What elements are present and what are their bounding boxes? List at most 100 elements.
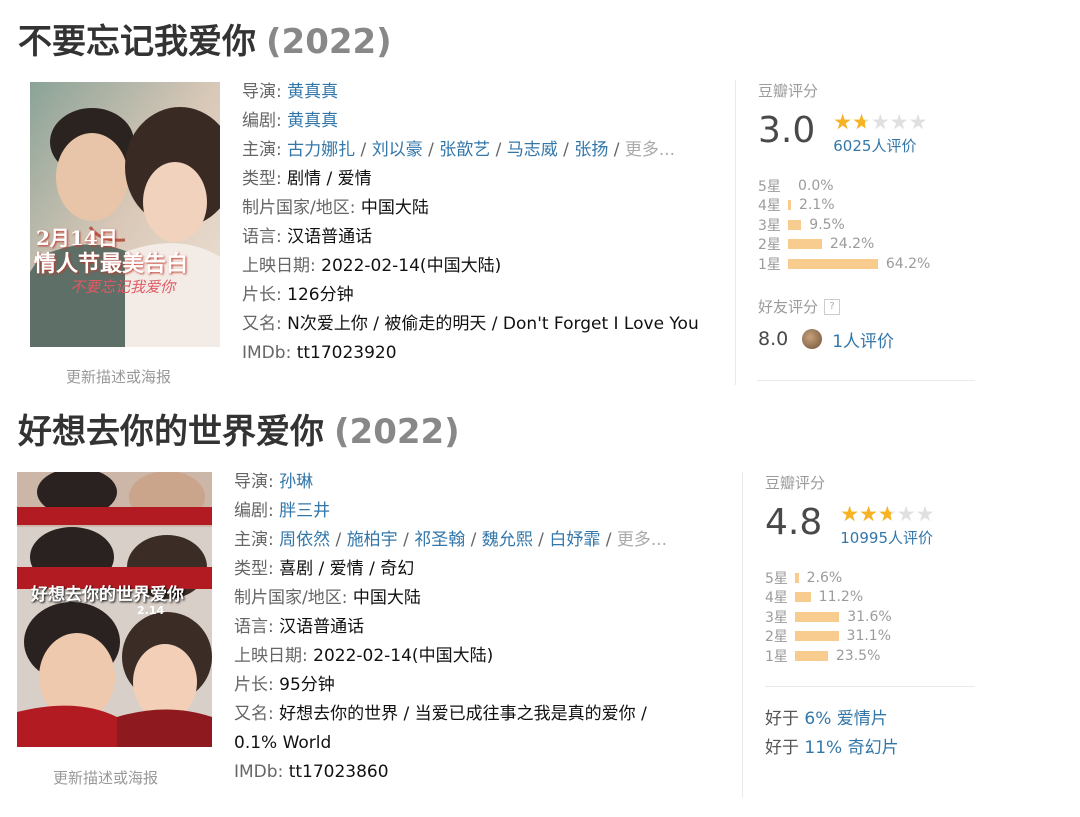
cast-link[interactable]: 祁圣翰 [414, 530, 465, 550]
release-label: 上映日期: [234, 646, 308, 666]
cast-link[interactable]: 张扬 [574, 140, 608, 160]
release-value: 2022-02-14(中国大陆) [313, 646, 494, 666]
cast-label: 主演: [242, 140, 282, 160]
poster-slogan-text: 情人节最美告白 [34, 251, 189, 277]
writer-link[interactable]: 胖三井 [279, 501, 330, 521]
star-icons-filled: ★★★★★ [840, 503, 891, 525]
rating-dist-row: 2星 31.1% [765, 627, 980, 647]
rating-dist-bar [788, 258, 878, 269]
country-label: 制片国家/地区: [242, 198, 356, 218]
rating-votes-link[interactable]: 10995人评价 [840, 527, 945, 548]
update-poster-link[interactable]: 更新描述或海报 [53, 767, 158, 788]
rating-stars: ★★★★★ ★★★★★ [840, 503, 945, 525]
rating-dist-percent: 0.0% [798, 177, 834, 194]
movie-title-text: 好想去你的世界爱你 [18, 412, 324, 452]
movie-title: 好想去你的世界爱你 (2022) [18, 404, 460, 453]
rating-dist-label: 3星 [758, 217, 781, 234]
rating-score: 3.0 [758, 110, 816, 151]
friend-score: 8.0 [758, 328, 789, 350]
imdb-label: IMDb: [242, 343, 292, 363]
runtime-value: 126分钟 [287, 285, 354, 305]
help-icon[interactable]: ? [824, 299, 841, 315]
aka-label: 又名: [242, 314, 282, 334]
better-than-link[interactable]: 6% 爱情片 [804, 709, 887, 729]
cast-link[interactable]: 古力娜扎 [287, 140, 355, 160]
better-than-prefix: 好于 [765, 737, 799, 758]
director-link[interactable]: 黄真真 [287, 82, 338, 102]
poster-logo-text: 好想去你的世界爱你 [31, 585, 184, 605]
writer-label: 编剧: [242, 111, 282, 131]
better-than: 好于 6% 爱情片 好于 11% 奇幻片 [765, 705, 980, 763]
friend-rating-label: 好友评分 [758, 297, 819, 316]
more-cast-link[interactable]: 更多... [625, 140, 675, 160]
rating-dist-row: 4星 11.2% [765, 588, 980, 608]
runtime-value: 95分钟 [279, 675, 335, 695]
genre-value: 喜剧 / 爱情 / 奇幻 [279, 559, 415, 579]
language-label: 语言: [234, 617, 274, 637]
cast-link[interactable]: 施柏宇 [347, 530, 398, 550]
writer-link[interactable]: 黄真真 [287, 111, 338, 131]
cast-link[interactable]: 周依然 [279, 530, 330, 550]
director-label: 导演: [242, 82, 282, 102]
rating-dist-row: 2星 24.2% [758, 235, 973, 255]
movie-info: 导演: 孙琳 编剧: 胖三井 主演: 周依然 / 施柏宇 / 祁圣翰 / 魏允熙… [234, 472, 668, 782]
genre-value: 剧情 / 爱情 [287, 169, 372, 189]
rating-votes-link[interactable]: 6025人评价 [833, 135, 938, 156]
update-poster-link[interactable]: 更新描述或海报 [66, 366, 171, 387]
country-value: 中国大陆 [352, 588, 421, 608]
rating-dist-row: 1星 64.2% [758, 254, 973, 274]
release-value: 2022-02-14(中国大陆) [321, 256, 502, 276]
friend-votes-link[interactable]: 1人评价 [832, 327, 894, 352]
rating-distribution: 5星 0.0% 4星 2.1% 3星 9.5% 2星 24.2% 1星 64.2% [758, 176, 973, 274]
better-than-row: 好于 11% 奇幻片 [765, 734, 980, 763]
language-value: 汉语普通话 [279, 617, 365, 637]
imdb-label: IMDb: [234, 762, 284, 782]
rating-dist-label: 5星 [765, 570, 788, 587]
cast-link[interactable]: 马志威 [507, 140, 558, 160]
movie-poster[interactable]: 好想去你的世界爱你 2.14 [17, 472, 212, 747]
rating-dist-label: 4星 [765, 590, 788, 607]
release-label: 上映日期: [242, 256, 316, 276]
friend-score-row: 8.0 1人评价 [758, 327, 973, 352]
rating-panel: 豆瓣评分 4.8 ★★★★★ ★★★★★ 10995人评价 5星 2.6% 4星 11… [742, 472, 980, 798]
rating-head: 豆瓣评分 [758, 82, 819, 100]
cast-link[interactable]: 张歆艺 [439, 140, 490, 160]
director-label: 导演: [234, 472, 274, 492]
poster-date-text: 2.14 [137, 604, 165, 617]
movie-year: (2022) [334, 412, 460, 452]
rating-dist-row: 3星 9.5% [758, 215, 973, 235]
rating-dist-bar [795, 611, 840, 622]
rating-dist-percent: 11.2% [818, 589, 864, 606]
rating-dist-bar [795, 592, 811, 603]
rating-dist-bar [788, 219, 802, 230]
cast-link[interactable]: 刘以豪 [372, 140, 423, 160]
rating-stars: ★★★★★ ★★★★★ [833, 111, 938, 133]
avatar[interactable] [802, 329, 823, 349]
movie-poster[interactable]: 2月14日 情人节最美告白 不要忘记我爱你 [30, 82, 220, 347]
aka-label: 又名: [234, 704, 274, 724]
rating-dist-label: 1星 [758, 256, 781, 273]
rating-score: 4.8 [765, 502, 823, 543]
language-label: 语言: [242, 227, 282, 247]
rating-dist-percent: 2.6% [806, 569, 843, 586]
rating-dist-row: 5星 2.6% [765, 568, 980, 588]
rating-dist-bar [788, 239, 822, 250]
director-link[interactable]: 孙琳 [279, 472, 313, 492]
rating-distribution: 5星 2.6% 4星 11.2% 3星 31.6% 2星 31.1% 1星 23.5% [765, 568, 980, 666]
rating-dist-percent: 64.2% [885, 255, 931, 272]
rating-dist-percent: 23.5% [835, 647, 881, 664]
genre-label: 类型: [242, 169, 282, 189]
rating-dist-percent: 24.2% [829, 236, 875, 253]
better-than-prefix: 好于 [765, 708, 799, 729]
friend-rating-head: 好友评分? [758, 296, 973, 317]
imdb-value: tt17023920 [296, 343, 397, 363]
cast-label: 主演: [234, 530, 274, 550]
cast-link[interactable]: 白妤霏 [549, 530, 600, 550]
divider [757, 380, 975, 381]
better-than-link[interactable]: 11% 奇幻片 [804, 738, 898, 758]
more-cast-link[interactable]: 更多... [617, 530, 667, 550]
rating-panel: 豆瓣评分 3.0 ★★★★★ ★★★★★ 6025人评价 5星 0.0% 4星 2.1… [735, 80, 973, 385]
divider [765, 685, 975, 687]
rating-dist-label: 2星 [765, 629, 788, 646]
cast-link[interactable]: 魏允熙 [482, 530, 533, 550]
